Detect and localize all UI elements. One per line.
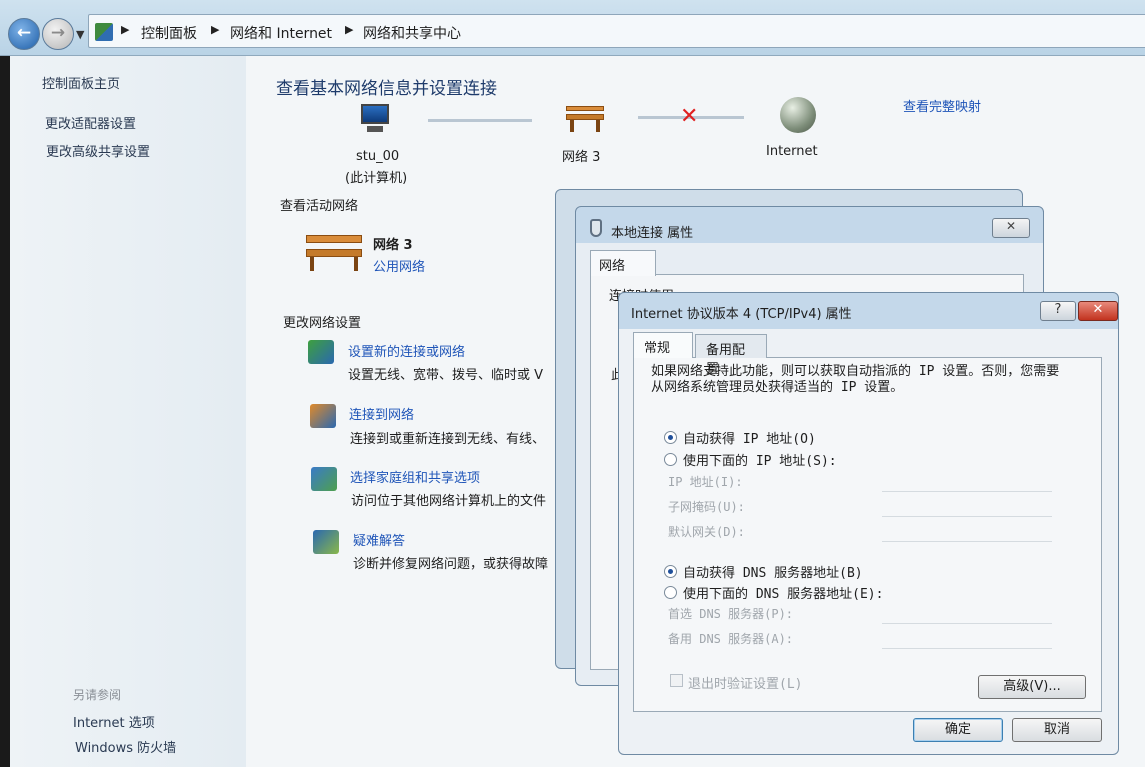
breadcrumb-control-panel[interactable]: 控制面板 <box>141 23 197 43</box>
ipv4-dialog-title: Internet 协议版本 4 (TCP/IPv4) 属性 <box>631 307 852 322</box>
task-desc: 诊断并修复网络问题，或获得故障 <box>353 557 549 572</box>
disconnected-x-icon[interactable]: ✕ <box>680 104 698 129</box>
internet-globe-icon[interactable] <box>780 97 816 133</box>
ip-auto-radio[interactable] <box>664 431 677 444</box>
windows-firewall-link[interactable]: Windows 防火墙 <box>75 737 176 756</box>
ip-auto-label[interactable]: 自动获得 IP 地址(O) <box>683 428 816 447</box>
default-gateway-field <box>882 522 1052 542</box>
close-button[interactable]: ✕ <box>1078 301 1118 321</box>
troubleshoot-link[interactable]: 疑难解答 <box>353 530 405 549</box>
subnet-mask-field <box>882 497 1052 517</box>
forward-button[interactable]: → <box>42 18 74 50</box>
connection-line <box>428 119 532 122</box>
homegroup-link[interactable]: 选择家庭组和共享选项 <box>350 467 480 486</box>
ok-button[interactable]: 确定 <box>913 718 1003 742</box>
internet-label: Internet <box>766 144 818 159</box>
network-node-label: 网络 3 <box>562 150 601 165</box>
connect-network-icon <box>310 404 336 428</box>
control-panel-icon <box>95 23 113 41</box>
back-arrow-icon: ← <box>16 23 32 43</box>
setup-connection-link[interactable]: 设置新的连接或网络 <box>348 341 465 360</box>
view-full-map-link[interactable]: 查看完整映射 <box>903 96 981 115</box>
ip-address-field <box>882 472 1052 492</box>
network-bench-icon[interactable] <box>566 106 604 132</box>
new-connection-icon <box>308 340 334 364</box>
history-dropdown-icon[interactable]: ▼ <box>76 28 84 41</box>
active-networks-header: 查看活动网络 <box>280 199 359 214</box>
computer-icon <box>357 104 393 136</box>
preferred-dns-field <box>882 604 1052 624</box>
advanced-button[interactable]: 高级(V)... <box>978 675 1086 699</box>
close-icon[interactable]: ✕ <box>992 218 1030 238</box>
validate-on-exit-label: 退出时验证设置(L) <box>688 677 803 692</box>
computer-sub: (此计算机) <box>345 171 408 186</box>
network-adapter-icon <box>590 219 602 237</box>
active-network-name: 网络 3 <box>373 238 413 253</box>
computer-name: stu_00 <box>356 149 400 164</box>
see-also-label: 另请参阅 <box>73 688 122 702</box>
control-panel-home-link[interactable]: 控制面板主页 <box>42 73 120 92</box>
breadcrumb-sharing-center[interactable]: 网络和共享中心 <box>363 23 461 43</box>
task-desc: 连接到或重新连接到无线、有线、 <box>350 432 546 447</box>
change-settings-header: 更改网络设置 <box>283 316 362 331</box>
page-title: 查看基本网络信息并设置连接 <box>276 79 497 99</box>
chevron-right-icon[interactable]: ▶ <box>345 23 353 36</box>
validate-on-exit-checkbox[interactable] <box>670 674 683 687</box>
help-button[interactable]: ? <box>1040 301 1076 321</box>
tab-network[interactable]: 网络 <box>590 250 656 276</box>
preferred-dns-label: 首选 DNS 服务器(P): <box>668 607 794 621</box>
breadcrumb-network-internet[interactable]: 网络和 Internet <box>230 23 332 43</box>
left-pane <box>10 56 246 767</box>
subnet-mask-label: 子网掩码(U): <box>668 500 745 514</box>
chevron-right-icon[interactable]: ▶ <box>211 23 219 36</box>
active-network-bench-icon <box>306 235 362 273</box>
forward-arrow-icon: → <box>50 23 66 43</box>
ip-address-label: IP 地址(I): <box>668 475 743 489</box>
back-button[interactable]: ← <box>8 18 40 50</box>
network-type-link[interactable]: 公用网络 <box>373 256 425 275</box>
screen-bezel <box>0 56 10 767</box>
alternate-dns-label: 备用 DNS 服务器(A): <box>668 632 794 646</box>
default-gateway-label: 默认网关(D): <box>668 525 745 539</box>
tab-general[interactable]: 常规 <box>633 332 693 358</box>
ip-manual-radio[interactable] <box>664 453 677 466</box>
alternate-dns-field <box>882 629 1052 649</box>
dns-manual-radio[interactable] <box>664 586 677 599</box>
task-desc: 设置无线、宽带、拨号、临时或 V <box>348 368 544 383</box>
homegroup-icon <box>311 467 337 491</box>
change-advanced-sharing-link[interactable]: 更改高级共享设置 <box>46 141 150 160</box>
tab-alternate-config[interactable]: 备用配置 <box>695 334 767 377</box>
local-conn-dialog-title: 本地连接 属性 <box>611 226 694 241</box>
ip-manual-label[interactable]: 使用下面的 IP 地址(S): <box>683 450 837 469</box>
task-desc: 访问位于其他网络计算机上的文件 <box>351 494 547 509</box>
internet-options-link[interactable]: Internet 选项 <box>73 712 155 731</box>
dns-auto-radio[interactable] <box>664 565 677 578</box>
change-adapter-settings-link[interactable]: 更改适配器设置 <box>45 113 136 132</box>
connect-network-link[interactable]: 连接到网络 <box>349 404 414 423</box>
chevron-right-icon[interactable]: ▶ <box>121 23 129 36</box>
address-bar: ← → ▼ ▶ 控制面板 ▶ 网络和 Internet ▶ 网络和共享中心 <box>0 0 1145 56</box>
address-field[interactable]: ▶ 控制面板 ▶ 网络和 Internet ▶ 网络和共享中心 <box>88 14 1145 48</box>
dialog-description: 如果网络支持此功能，则可以获取自动指派的 IP 设置。否则，您需要从网络系统管理… <box>651 364 1060 395</box>
troubleshoot-icon <box>313 530 339 554</box>
cancel-button[interactable]: 取消 <box>1012 718 1102 742</box>
dns-manual-label[interactable]: 使用下面的 DNS 服务器地址(E): <box>683 583 883 602</box>
dns-auto-label[interactable]: 自动获得 DNS 服务器地址(B) <box>683 562 863 581</box>
